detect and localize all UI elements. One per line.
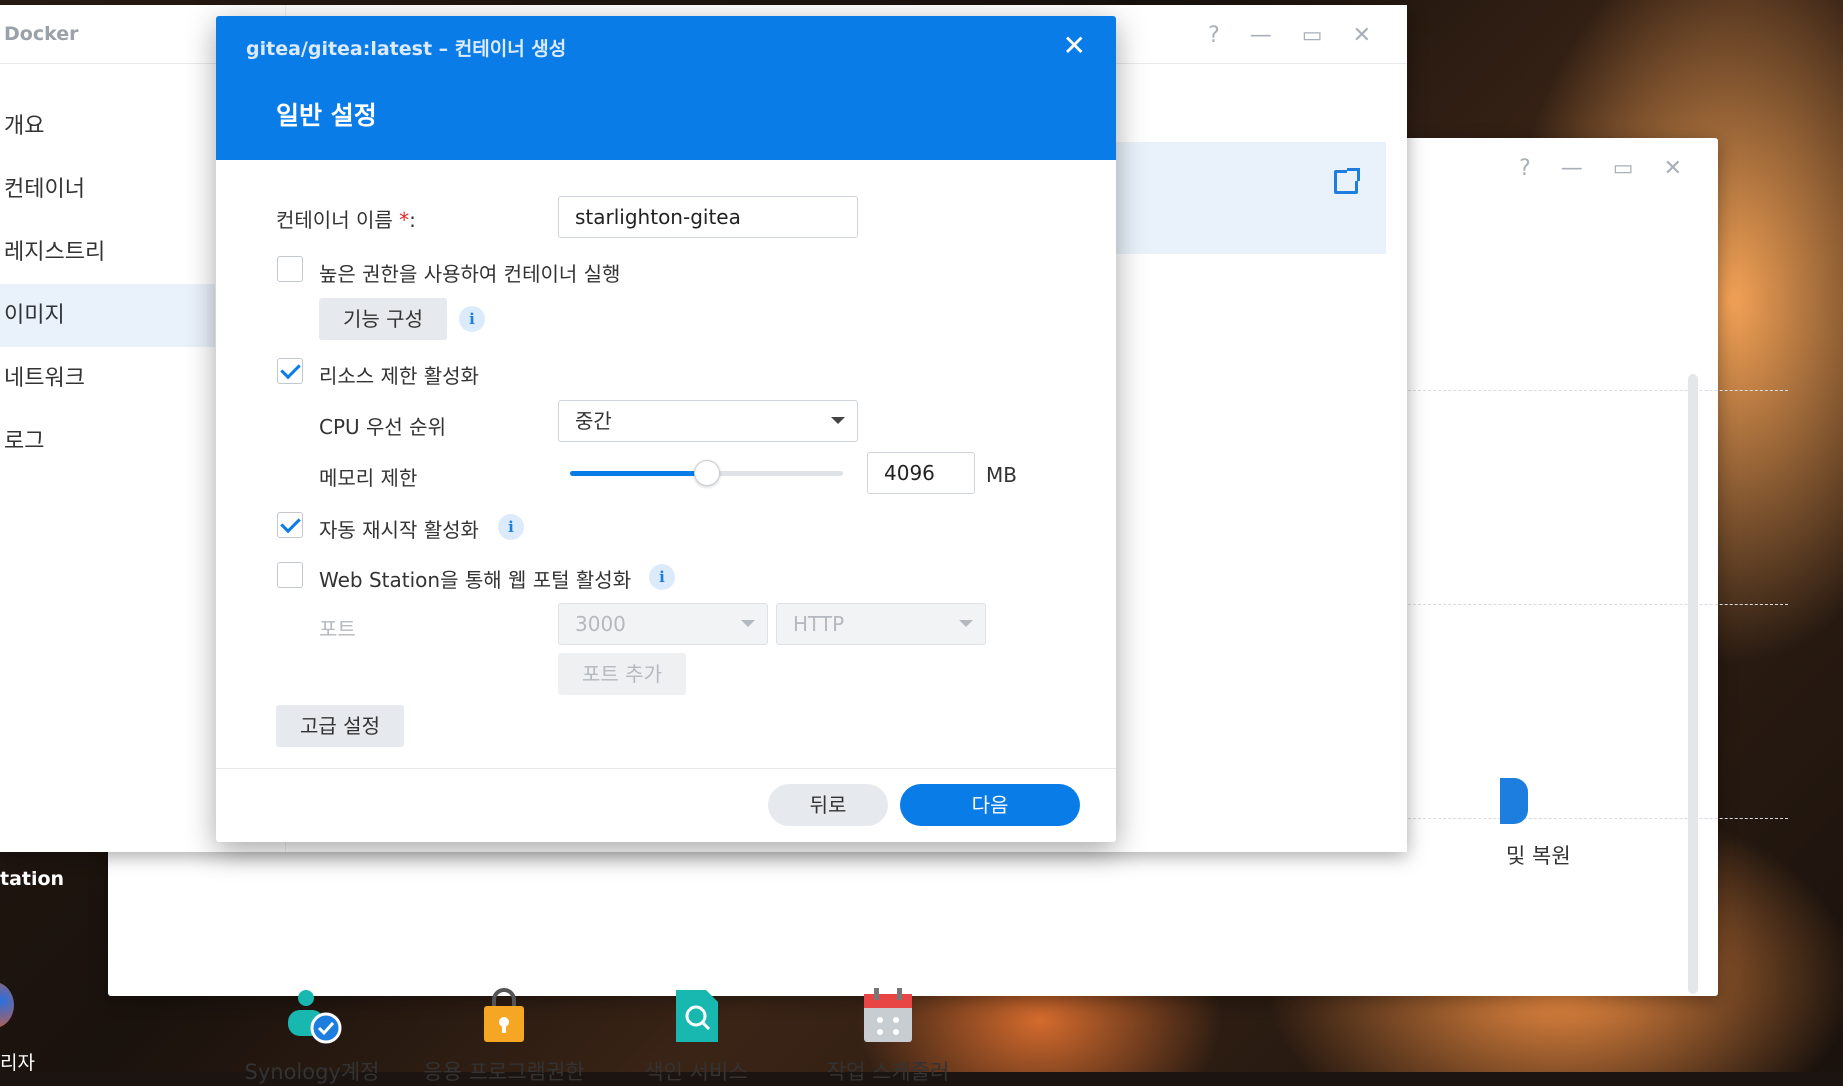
memory-unit: MB — [986, 463, 1017, 487]
port-select[interactable]: 3000 — [558, 603, 768, 645]
sidebar: 개요 컨테이너 레지스트리 이미지 네트워크 로그 — [0, 95, 215, 473]
memory-input[interactable]: 4096 — [867, 452, 975, 494]
dialog-header: gitea/gitea:latest – 컨테이너 생성 ✕ 일반 설정 — [216, 16, 1116, 160]
step-title: 일반 설정 — [276, 101, 377, 130]
scrollbar[interactable] — [1688, 374, 1698, 994]
cp-app-lock[interactable]: 응용 프로그램권한 — [408, 988, 600, 1086]
divider — [216, 768, 1116, 769]
resource-limit-checkbox[interactable] — [277, 358, 303, 384]
maximize-icon[interactable]: ▭ — [1302, 23, 1323, 48]
cp-app-row: Synology계정 응용 프로그램권한 색인 서비스 작업 스케줄러 — [216, 988, 984, 1086]
cpu-priority-select[interactable]: 중간 — [558, 400, 858, 442]
minimize-icon[interactable]: — — [1561, 156, 1583, 181]
dialog-window-title: gitea/gitea:latest – 컨테이너 생성 — [246, 38, 567, 60]
container-name-input[interactable]: starlighton-gitea — [558, 196, 858, 238]
privileged-label: 높은 권한을 사용하여 컨테이너 실행 — [319, 262, 621, 286]
sidebar-item[interactable]: 이미지 — [0, 284, 215, 347]
auto-restart-label: 자동 재시작 활성화 — [319, 518, 479, 542]
cp-window-controls: ? — ▭ ✕ — [1519, 156, 1682, 181]
port-value: 3000 — [575, 612, 626, 636]
protocol-select[interactable]: HTTP — [776, 603, 986, 645]
sidebar-item[interactable]: 개요 — [0, 95, 215, 158]
next-button[interactable]: 다음 — [900, 784, 1080, 826]
cp-app-calendar[interactable]: 작업 스케줄러 — [792, 988, 984, 1086]
chevron-down-icon — [831, 417, 845, 424]
container-name-label: 컨테이너 이름 *: — [276, 208, 416, 232]
sidebar-item[interactable]: 컨테이너 — [0, 158, 215, 221]
sidebar-item[interactable]: 네트워크 — [0, 347, 215, 410]
search-doc-icon — [666, 988, 726, 1044]
cp-app-label: 작업 스케줄러 — [826, 1060, 950, 1084]
divider — [1408, 604, 1788, 605]
memory-slider-fill — [570, 471, 707, 476]
info-icon[interactable]: i — [459, 306, 485, 332]
chevron-down-icon — [959, 620, 973, 627]
protocol-value: HTTP — [793, 612, 845, 636]
minimize-icon[interactable]: — — [1250, 23, 1272, 48]
user-check-icon — [282, 988, 342, 1044]
cp-app-label: 응용 프로그램권한 — [423, 1060, 585, 1084]
web-portal-checkbox[interactable] — [277, 562, 303, 588]
capabilities-button[interactable]: 기능 구성 — [319, 298, 447, 340]
close-icon[interactable]: ✕ — [1664, 156, 1682, 181]
privileged-checkbox[interactable] — [277, 256, 303, 282]
chevron-down-icon — [741, 620, 755, 627]
docker-window-controls: ? — ▭ ✕ — [1208, 23, 1371, 48]
backup-restore-label[interactable]: 및 복원 — [1506, 840, 1571, 870]
web-portal-label: Web Station을 통해 웹 포털 활성화 — [319, 568, 632, 592]
cpu-priority-label: CPU 우선 순위 — [319, 415, 446, 439]
port-label: 포트 — [319, 617, 356, 641]
help-icon[interactable]: ? — [1519, 156, 1531, 181]
desktop-app-label-2[interactable]: 리자 — [0, 1048, 35, 1075]
divider — [1408, 390, 1788, 391]
image-detail-panel[interactable] — [1114, 142, 1386, 254]
cp-app-user-check[interactable]: Synology계정 — [216, 988, 408, 1086]
info-icon[interactable]: i — [649, 564, 675, 590]
sidebar-item[interactable]: 레지스트리 — [0, 221, 215, 284]
back-button[interactable]: 뒤로 — [768, 784, 888, 826]
auto-restart-checkbox[interactable] — [277, 512, 303, 538]
window-title: Docker — [4, 23, 79, 45]
backup-icon[interactable] — [1500, 778, 1528, 824]
cpu-priority-value: 중간 — [575, 409, 612, 433]
add-port-button[interactable]: 포트 추가 — [558, 653, 686, 695]
close-icon[interactable]: ✕ — [1063, 32, 1086, 60]
maximize-icon[interactable]: ▭ — [1613, 156, 1634, 181]
help-icon[interactable]: ? — [1208, 23, 1220, 48]
info-icon[interactable]: i — [498, 514, 524, 540]
calendar-icon — [858, 988, 918, 1044]
memory-slider-handle[interactable] — [693, 460, 720, 486]
advanced-settings-button[interactable]: 고급 설정 — [276, 705, 404, 747]
required-mark: * — [399, 208, 410, 232]
memory-limit-label: 메모리 제한 — [319, 466, 418, 490]
resource-limit-label: 리소스 제한 활성화 — [319, 364, 479, 388]
cp-app-label: 색인 서비스 — [644, 1060, 748, 1084]
lock-icon — [474, 988, 534, 1044]
close-icon[interactable]: ✕ — [1353, 23, 1371, 48]
desktop-app-label[interactable]: tation — [0, 868, 64, 890]
divider — [1408, 818, 1788, 819]
create-container-dialog: gitea/gitea:latest – 컨테이너 생성 ✕ 일반 설정 컨테이… — [216, 16, 1116, 842]
cp-app-label: Synology계정 — [244, 1060, 380, 1084]
sidebar-item[interactable]: 로그 — [0, 410, 215, 473]
memory-slider[interactable] — [570, 460, 843, 486]
cp-app-search-doc[interactable]: 색인 서비스 — [600, 988, 792, 1086]
open-external-icon[interactable] — [1334, 168, 1360, 194]
